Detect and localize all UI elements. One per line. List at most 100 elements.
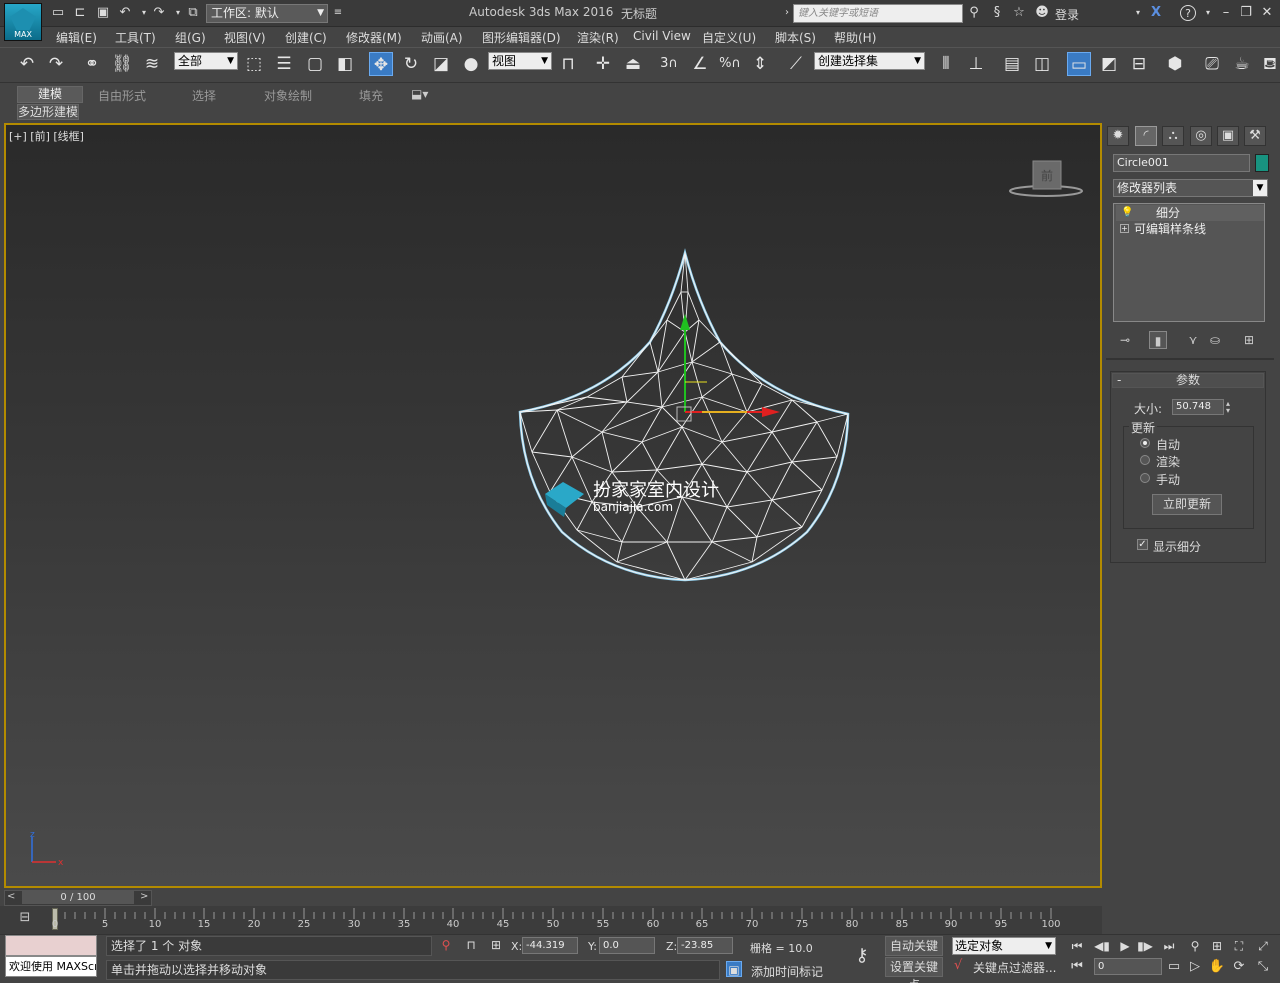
render-production-icon[interactable]: ⛾ — [1258, 52, 1280, 76]
align-icon[interactable]: ⊥ — [964, 52, 988, 76]
modifier-list-dropdown[interactable]: 修改器列表 ▼ — [1113, 179, 1268, 197]
select-and-rotate-icon[interactable]: ↻ — [399, 52, 423, 76]
restore-icon[interactable]: ❐ — [1238, 5, 1254, 21]
percent-snap-icon[interactable]: %∩ — [718, 52, 742, 76]
rectangular-selection-icon[interactable]: ▢ — [303, 52, 327, 76]
time-next-icon[interactable]: > — [140, 891, 148, 902]
scene-explorer-icon[interactable]: ▤ — [1000, 52, 1024, 76]
pin-stack-icon[interactable]: ⊸ — [1116, 331, 1134, 349]
time-slider-thumb[interactable]: 0 / 100 — [22, 891, 134, 904]
menu-animation[interactable]: 动画(A) — [421, 29, 463, 46]
select-and-scale-icon[interactable]: ◪ — [429, 52, 453, 76]
binoculars-icon[interactable]: ⚲ — [966, 5, 982, 21]
close-icon[interactable]: ✕ — [1259, 5, 1275, 21]
show-subdivision-checkbox[interactable]: ✓ — [1137, 539, 1148, 550]
menu-civil-view[interactable]: Civil View — [633, 29, 691, 43]
redo-icon[interactable]: ↷ — [151, 5, 167, 21]
key-filters-button[interactable]: 关键点过滤器... — [973, 959, 1056, 976]
maximize-viewport-icon[interactable]: ⤡ — [1254, 958, 1272, 976]
select-manipulate-icon[interactable]: ✛ — [591, 52, 615, 76]
y-coordinate-input[interactable]: 0.0 — [599, 937, 655, 954]
angle-snap-icon[interactable]: ∠ — [688, 52, 712, 76]
favorites-star-icon[interactable]: ☆ — [1011, 5, 1027, 21]
help-dropdown-icon[interactable]: ▾ — [1200, 5, 1216, 21]
keyboard-shortcut-override-icon[interactable]: ⏏ — [621, 52, 645, 76]
mini-curve-editor-icon[interactable]: ⊟ — [14, 910, 36, 928]
save-icon[interactable]: ▣ — [95, 5, 111, 21]
zoom-all-icon[interactable]: ⊞ — [1208, 937, 1226, 955]
viewport-front[interactable]: 前 扮家家室内设计 banjiajia.com z x — [4, 123, 1102, 888]
new-file-icon[interactable]: ▭ — [50, 5, 66, 21]
reference-coordinate-dropdown[interactable]: 视图 ▼ — [488, 52, 552, 70]
window-crossing-icon[interactable]: ◧ — [333, 52, 357, 76]
menu-create[interactable]: 创建(C) — [285, 29, 327, 46]
stack-item-subdivide[interactable]: 💡 细分 — [1116, 205, 1264, 221]
ribbon-tab-selection[interactable]: 选择 — [192, 87, 216, 104]
ribbon-tab-freeform[interactable]: 自由形式 — [98, 87, 146, 104]
key-filter-icon[interactable]: √ — [954, 958, 962, 973]
application-menu-button[interactable]: MAX — [4, 3, 42, 41]
zoom-extents-all-icon[interactable]: ⤢ — [1254, 937, 1272, 955]
menu-modifiers[interactable]: 修改器(M) — [346, 29, 402, 46]
selection-filter-dropdown[interactable]: 全部 ▼ — [174, 52, 238, 70]
rendered-frame-window-icon[interactable]: ☕ — [1230, 52, 1254, 76]
project-folder-icon[interactable]: ⧉ — [185, 5, 201, 21]
named-selection-dropdown[interactable]: 创建选择集 ▼ — [814, 52, 925, 70]
lightbulb-icon[interactable]: 💡 — [1121, 205, 1133, 221]
menu-views[interactable]: 视图(V) — [224, 29, 266, 46]
time-tag-icon[interactable]: ▣ — [726, 961, 742, 977]
viewcube[interactable]: 前 — [1009, 160, 1083, 197]
utilities-tab-icon[interactable]: ⚒ — [1244, 126, 1266, 146]
menu-tools[interactable]: 工具(T) — [115, 29, 156, 46]
expand-plus-icon[interactable]: + — [1120, 224, 1129, 233]
size-input[interactable]: 50.748 — [1172, 399, 1224, 415]
selection-lock-icon[interactable]: ⊓ — [463, 937, 479, 953]
schematic-view-icon[interactable]: ⊟ — [1127, 52, 1151, 76]
next-frame-icon[interactable]: ▮▶ — [1136, 937, 1154, 955]
toggle-ribbon-icon[interactable]: ▭ — [1067, 52, 1091, 76]
open-file-icon[interactable]: ⊏ — [72, 5, 88, 21]
update-now-button[interactable]: 立即更新 — [1152, 494, 1222, 515]
menu-group[interactable]: 组(G) — [175, 29, 206, 46]
ribbon-tab-object-paint[interactable]: 对象绘制 — [264, 87, 312, 104]
communication-center-icon[interactable]: § — [989, 5, 1005, 21]
time-prev-icon[interactable]: < — [7, 891, 15, 902]
redo-dropdown-icon[interactable]: ▾ — [170, 5, 186, 21]
absolute-transform-icon[interactable]: ⊞ — [488, 937, 504, 953]
menu-help[interactable]: 帮助(H) — [834, 29, 876, 46]
customize-quickaccess-icon[interactable]: ≡ — [330, 5, 346, 21]
rollout-header[interactable]: - 参数 — [1112, 373, 1264, 388]
modify-tab-icon[interactable]: ◜ — [1135, 126, 1157, 146]
menu-edit[interactable]: 编辑(E) — [56, 29, 97, 46]
edit-named-selection-icon[interactable]: ⟋ — [784, 52, 808, 76]
minimize-icon[interactable]: – — [1218, 5, 1234, 21]
undo-icon[interactable]: ↶ — [117, 5, 133, 21]
menu-customize[interactable]: 自定义(U) — [702, 29, 756, 46]
workspace-dropdown[interactable]: 工作区: 默认 ▼ — [206, 4, 328, 23]
previous-frame-icon[interactable]: ◀▮ — [1093, 937, 1111, 955]
goto-start-icon[interactable]: ⏮ — [1068, 937, 1086, 955]
size-spinner[interactable]: ▴ ▾ — [1226, 400, 1230, 415]
menu-scripting[interactable]: 脚本(S) — [775, 29, 816, 46]
display-tab-icon[interactable]: ▣ — [1217, 126, 1239, 146]
motion-tab-icon[interactable]: ◎ — [1190, 126, 1212, 146]
key-mode-toggle-icon[interactable]: ⏮ — [1068, 958, 1086, 976]
configure-modifier-sets-icon[interactable]: ⊞ — [1240, 331, 1258, 349]
hierarchy-tab-icon[interactable]: ⛬ — [1162, 126, 1184, 146]
maxscript-listener-input[interactable] — [5, 935, 97, 956]
search-input[interactable]: 键入关键字或短语 — [793, 4, 963, 23]
material-editor-icon[interactable]: ⬢ — [1163, 52, 1187, 76]
ribbon-tab-modeling[interactable]: 建模 — [17, 86, 83, 103]
sign-in-link[interactable]: 登录 — [1055, 6, 1079, 23]
render-setup-icon[interactable]: ⎚ — [1200, 52, 1224, 76]
goto-end-icon[interactable]: ⏭ — [1160, 937, 1178, 955]
viewport-label-menu[interactable]: [+] [前] [线框] — [9, 128, 84, 144]
move-gizmo[interactable] — [676, 314, 780, 422]
make-unique-icon[interactable]: ⋎ — [1184, 331, 1202, 349]
spinner-snap-icon[interactable]: ⇕ — [748, 52, 772, 76]
curve-editor-icon[interactable]: ◩ — [1097, 52, 1121, 76]
update-auto-radio[interactable] — [1140, 438, 1150, 448]
field-of-view-icon[interactable]: ▷ — [1186, 958, 1204, 976]
add-time-tag[interactable]: 添加时间标记 — [751, 963, 823, 980]
isolate-selection-icon[interactable]: ⚲ — [438, 937, 454, 953]
